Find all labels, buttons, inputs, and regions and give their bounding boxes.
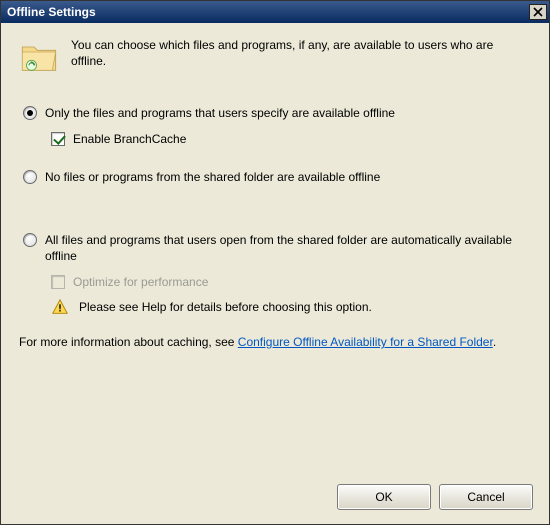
help-link[interactable]: Configure Offline Availability for a Sha… [238, 335, 493, 349]
warning-icon [51, 298, 69, 316]
checkbox-branchcache-label: Enable BranchCache [73, 131, 186, 147]
radio-all-files-label: All files and programs that users open f… [45, 232, 515, 264]
radio-only-specified[interactable] [23, 106, 37, 120]
intro-text: You can choose which files and programs,… [71, 37, 531, 69]
dialog-buttons: OK Cancel [337, 484, 533, 510]
help-text: For more information about caching, see … [19, 334, 531, 350]
checkbox-optimize-performance [51, 275, 65, 289]
help-prefix: For more information about caching, see [19, 335, 238, 349]
window-title: Offline Settings [7, 5, 96, 19]
radio-all-files[interactable] [23, 233, 37, 247]
ok-button[interactable]: OK [337, 484, 431, 510]
cancel-button[interactable]: Cancel [439, 484, 533, 510]
radio-no-files-label: No files or programs from the shared fol… [45, 169, 380, 185]
checkbox-optimize-performance-label: Optimize for performance [73, 274, 208, 290]
radio-no-files[interactable] [23, 170, 37, 184]
titlebar: Offline Settings [1, 1, 549, 23]
warning-text: Please see Help for details before choos… [79, 300, 372, 314]
dialog-content: You can choose which files and programs,… [1, 23, 549, 362]
checkbox-branchcache[interactable] [51, 132, 65, 146]
radio-only-specified-label: Only the files and programs that users s… [45, 105, 395, 121]
close-button[interactable] [529, 4, 547, 20]
close-icon [533, 7, 543, 17]
help-suffix: . [493, 335, 496, 349]
offline-settings-dialog: Offline Settings You can choose which fi… [0, 0, 550, 525]
folder-icon [19, 37, 59, 77]
